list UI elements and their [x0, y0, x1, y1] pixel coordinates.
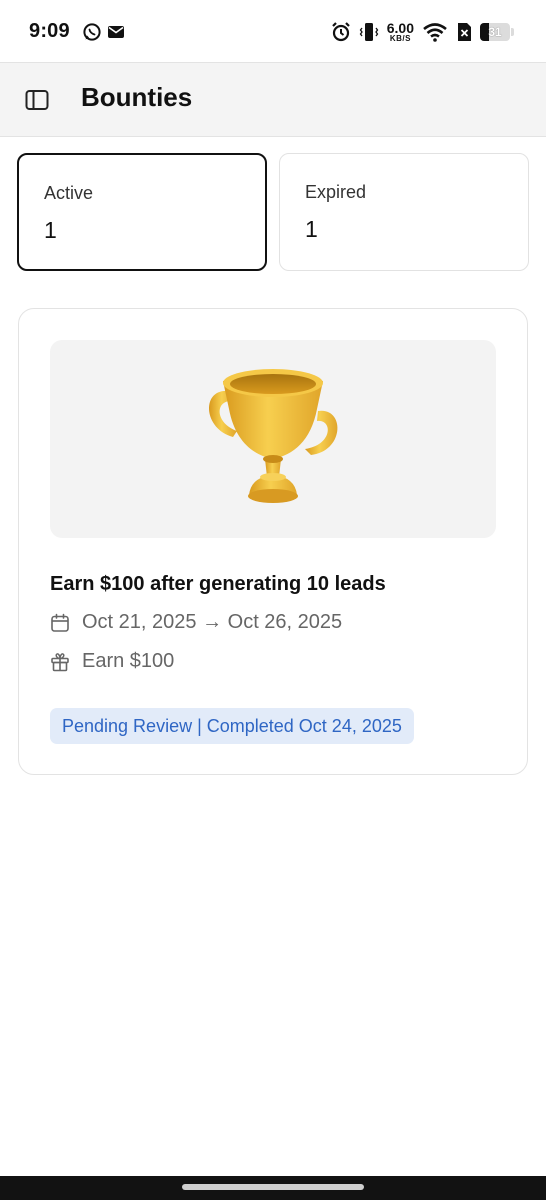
battery-icon: 31 — [480, 23, 510, 41]
page-title: Bounties — [81, 82, 193, 112]
status-bar: 9:09 6.00 KB/S 31 — [0, 0, 546, 62]
network-speed-unit: KB/S — [389, 34, 411, 43]
calendar-icon — [50, 613, 70, 633]
date-range-text: Oct 21, 2025 → Oct 26, 2025 — [82, 611, 343, 633]
bounty-reward: Earn $100 — [50, 650, 174, 673]
navigation-bar — [0, 1176, 546, 1200]
status-time: 9:09 — [29, 20, 70, 42]
network-speed: 6.00 KB/S — [387, 21, 414, 43]
bounty-date-range: Oct 21, 2025 → Oct 26, 2025 — [50, 611, 342, 634]
battery-tip — [511, 28, 514, 36]
home-indicator[interactable] — [182, 1184, 364, 1190]
whatsapp-icon — [82, 22, 102, 42]
network-speed-value: 6.00 — [386, 20, 414, 36]
tab-active[interactable]: Active 1 — [17, 153, 267, 271]
status-icons: 6.00 KB/S 31 — [331, 20, 514, 44]
no-sim-icon — [456, 22, 472, 42]
bounty-card[interactable]: Earn $100 after generating 10 leads Oct … — [18, 308, 528, 775]
sidebar-toggle-icon — [25, 89, 49, 111]
sidebar-toggle-button[interactable] — [22, 85, 52, 115]
wifi-icon — [422, 21, 448, 43]
vibrate-icon — [359, 21, 379, 43]
bounty-image — [50, 340, 496, 538]
app-header: Bounties — [0, 62, 546, 137]
stat-value-active: 1 — [44, 217, 57, 243]
mail-icon — [107, 22, 127, 42]
stat-value-expired: 1 — [305, 216, 318, 242]
battery-level: 31 — [488, 25, 502, 39]
trophy-icon — [193, 359, 353, 519]
alarm-icon — [331, 21, 351, 43]
stat-label-expired: Expired — [305, 182, 367, 202]
bounty-title: Earn $100 after generating 10 leads — [50, 573, 386, 595]
status-badge: Pending Review | Completed Oct 24, 2025 — [50, 708, 414, 744]
stat-label-active: Active — [44, 183, 94, 203]
reward-text: Earn $100 — [82, 650, 175, 672]
tab-expired[interactable]: Expired 1 — [279, 153, 529, 271]
gift-icon — [50, 652, 70, 672]
